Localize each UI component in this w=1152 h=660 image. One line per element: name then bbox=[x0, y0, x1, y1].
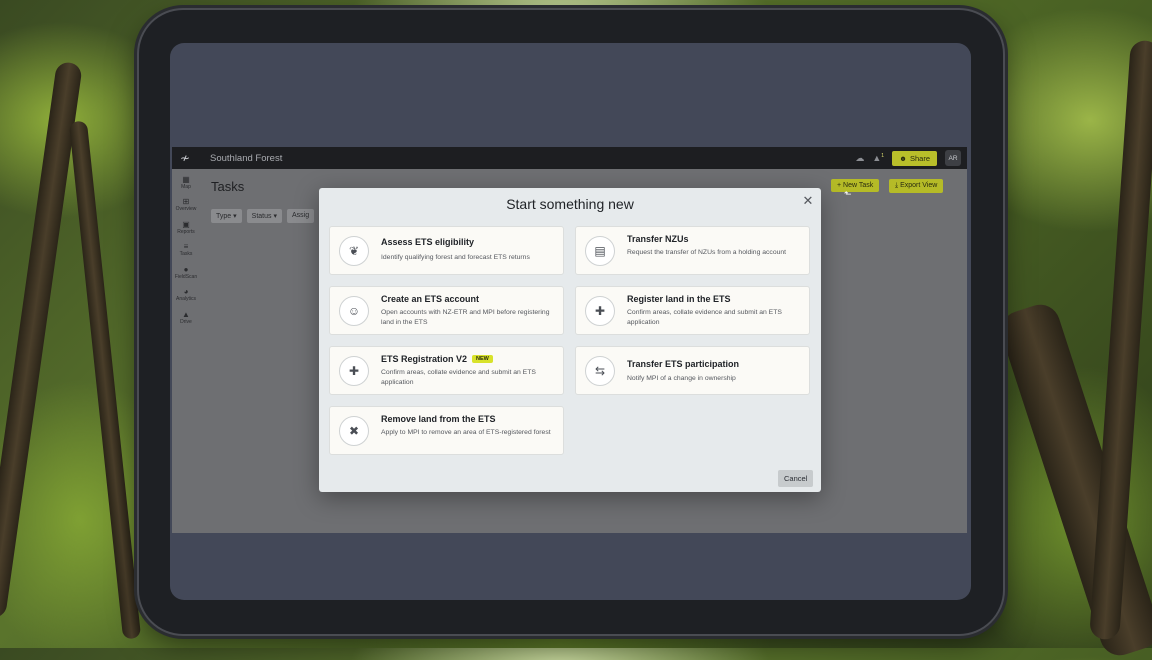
card-register-land-ets[interactable]: ✚ Register land in the ETS Confirm areas… bbox=[575, 286, 810, 335]
top-bar: ≁ Southland Forest ☁ ▲1 ☻ Share AR bbox=[172, 147, 967, 169]
card-transfer-ets-participation[interactable]: ⇆ Transfer ETS participation Notify MPI … bbox=[575, 346, 810, 395]
card-title-text: ETS Registration V2 bbox=[381, 354, 468, 364]
notification-icon[interactable]: ▲1 bbox=[872, 153, 884, 163]
sidebar-item-reports[interactable]: ▣ Reports bbox=[172, 220, 200, 235]
card-title-text: Register land in the ETS bbox=[627, 294, 731, 304]
card-description: Apply to MPI to remove an area of ETS-re… bbox=[381, 429, 551, 436]
chart-icon: ◕ bbox=[183, 287, 189, 296]
filter-label: Assig bbox=[291, 212, 310, 219]
download-icon: ⤓ bbox=[895, 182, 899, 189]
filter-status[interactable]: Status ▾ bbox=[246, 209, 282, 223]
card-description: Confirm areas, collate evidence and subm… bbox=[627, 309, 782, 326]
cancel-button[interactable]: Cancel bbox=[778, 470, 814, 487]
sidebar-item-fieldscan[interactable]: ● FieldScan bbox=[172, 265, 200, 280]
share-button[interactable]: ☻ Share bbox=[892, 150, 937, 166]
sidebar-item-overview[interactable]: ⊞ Overview bbox=[172, 197, 200, 212]
app-logo-icon[interactable]: ≁ bbox=[180, 151, 196, 165]
sidebar-item-label: Reports bbox=[177, 229, 195, 235]
list-icon: ≡ bbox=[183, 242, 189, 251]
filter-label: Status bbox=[251, 213, 272, 220]
new-badge: NEW bbox=[472, 355, 493, 363]
modal-title: Start something new bbox=[506, 196, 634, 212]
filter-bar: Type ▾ Status ▾ Assig bbox=[211, 209, 315, 223]
start-something-new-modal: Start something new ✕ ❦ Assess ETS eligi… bbox=[319, 188, 821, 492]
mouse-cursor-icon: ⬑ bbox=[844, 189, 852, 199]
card-assess-ets-eligibility[interactable]: ❦ Assess ETS eligibility Identify qualif… bbox=[329, 226, 564, 275]
card-title-text: Transfer ETS participation bbox=[627, 359, 740, 369]
sidebar-item-label: FieldScan bbox=[174, 274, 198, 280]
card-title-text: Create an ETS account bbox=[381, 294, 480, 304]
users-icon: ☻ bbox=[899, 153, 907, 163]
avatar[interactable]: AR bbox=[945, 150, 961, 166]
sidebar-item-drive[interactable]: ▲ Drive bbox=[172, 310, 200, 325]
map-icon: ▦ bbox=[182, 175, 190, 184]
close-icon[interactable]: ✕ bbox=[801, 193, 815, 209]
notification-count: 1 bbox=[881, 153, 885, 159]
sidebar-item-analytics[interactable]: ◕ Analytics bbox=[172, 287, 200, 302]
chevron-down-icon: ▾ bbox=[273, 213, 277, 220]
sidebar-item-label: Drive bbox=[180, 319, 192, 325]
cloud-icon[interactable]: ☁ bbox=[855, 153, 864, 164]
app-title: Southland Forest bbox=[210, 152, 283, 164]
card-title: Create an ETS account bbox=[381, 294, 479, 304]
file-x-icon: ✖ bbox=[339, 416, 369, 446]
card-description: Identify qualifying forest and forecast … bbox=[381, 254, 530, 261]
export-view-button[interactable]: ⤓ Export View bbox=[889, 179, 944, 193]
filter-type[interactable]: Type ▾ bbox=[211, 209, 242, 223]
tree-trunk bbox=[1089, 39, 1152, 641]
user-edit-icon: ☺ bbox=[339, 296, 369, 326]
tree-trunk bbox=[68, 120, 142, 640]
money-icon: ▤ bbox=[585, 236, 615, 266]
card-title: Transfer ETS participation bbox=[627, 359, 739, 369]
plus-icon: + bbox=[837, 182, 842, 189]
grid-icon: ⊞ bbox=[182, 197, 190, 206]
card-transfer-nzus[interactable]: ▤ Transfer NZUs Request the transfer of … bbox=[575, 226, 810, 275]
card-description: Open accounts with NZ-ETR and MPI before… bbox=[381, 309, 550, 326]
card-title: Transfer NZUs bbox=[627, 234, 689, 244]
card-title: Assess ETS eligibility bbox=[381, 237, 474, 247]
leaf-icon: ❦ bbox=[339, 236, 369, 266]
card-title: Register land in the ETS bbox=[627, 294, 731, 304]
card-title: ETS Registration V2 NEW bbox=[381, 354, 493, 364]
page-title: Tasks bbox=[211, 179, 245, 194]
card-ets-registration-v2[interactable]: ✚ ETS Registration V2 NEW Confirm areas,… bbox=[329, 346, 564, 395]
card-remove-land-ets[interactable]: ✖ Remove land from the ETS Apply to MPI … bbox=[329, 406, 564, 455]
card-create-ets-account[interactable]: ☺ Create an ETS account Open accounts wi… bbox=[329, 286, 564, 335]
camera-icon: ● bbox=[183, 265, 189, 274]
card-title-text: Remove land from the ETS bbox=[381, 414, 496, 424]
file-plus-icon: ✚ bbox=[339, 356, 369, 386]
file-plus-icon: ✚ bbox=[585, 296, 615, 326]
card-description: Confirm areas, collate evidence and subm… bbox=[381, 369, 536, 386]
new-task-label: New Task bbox=[843, 182, 874, 189]
card-title: Remove land from the ETS bbox=[381, 414, 496, 424]
sidebar-item-tasks[interactable]: ≡ Tasks bbox=[172, 242, 200, 257]
top-bar-actions: ☁ ▲1 ☻ Share AR bbox=[855, 150, 961, 166]
export-view-label: Export View bbox=[900, 182, 938, 189]
filter-assignee[interactable]: Assig bbox=[286, 209, 315, 223]
sidebar-item-label: Map bbox=[181, 184, 191, 190]
sidebar-item-map[interactable]: ▦ Map bbox=[172, 175, 200, 190]
drive-icon: ▲ bbox=[182, 310, 190, 319]
sidebar-item-label: Tasks bbox=[179, 251, 193, 257]
new-task-button[interactable]: + New Task bbox=[831, 179, 880, 192]
sidebar: ▦ Map ⊞ Overview ▣ Reports ≡ Tasks ● Fie… bbox=[172, 169, 200, 533]
share-label: Share bbox=[909, 153, 930, 163]
chevron-down-icon: ▾ bbox=[233, 213, 237, 220]
filter-label: Type bbox=[216, 213, 232, 220]
card-description: Notify MPI of a change in ownership bbox=[627, 375, 736, 382]
sidebar-item-label: Overview bbox=[175, 206, 197, 212]
card-title-text: Assess ETS eligibility bbox=[381, 237, 475, 247]
arrows-swap-icon: ⇆ bbox=[585, 356, 615, 386]
sidebar-item-label: Analytics bbox=[175, 296, 196, 302]
document-icon: ▣ bbox=[182, 220, 190, 229]
card-title-text: Transfer NZUs bbox=[627, 234, 689, 244]
card-description: Request the transfer of NZUs from a hold… bbox=[627, 249, 787, 256]
